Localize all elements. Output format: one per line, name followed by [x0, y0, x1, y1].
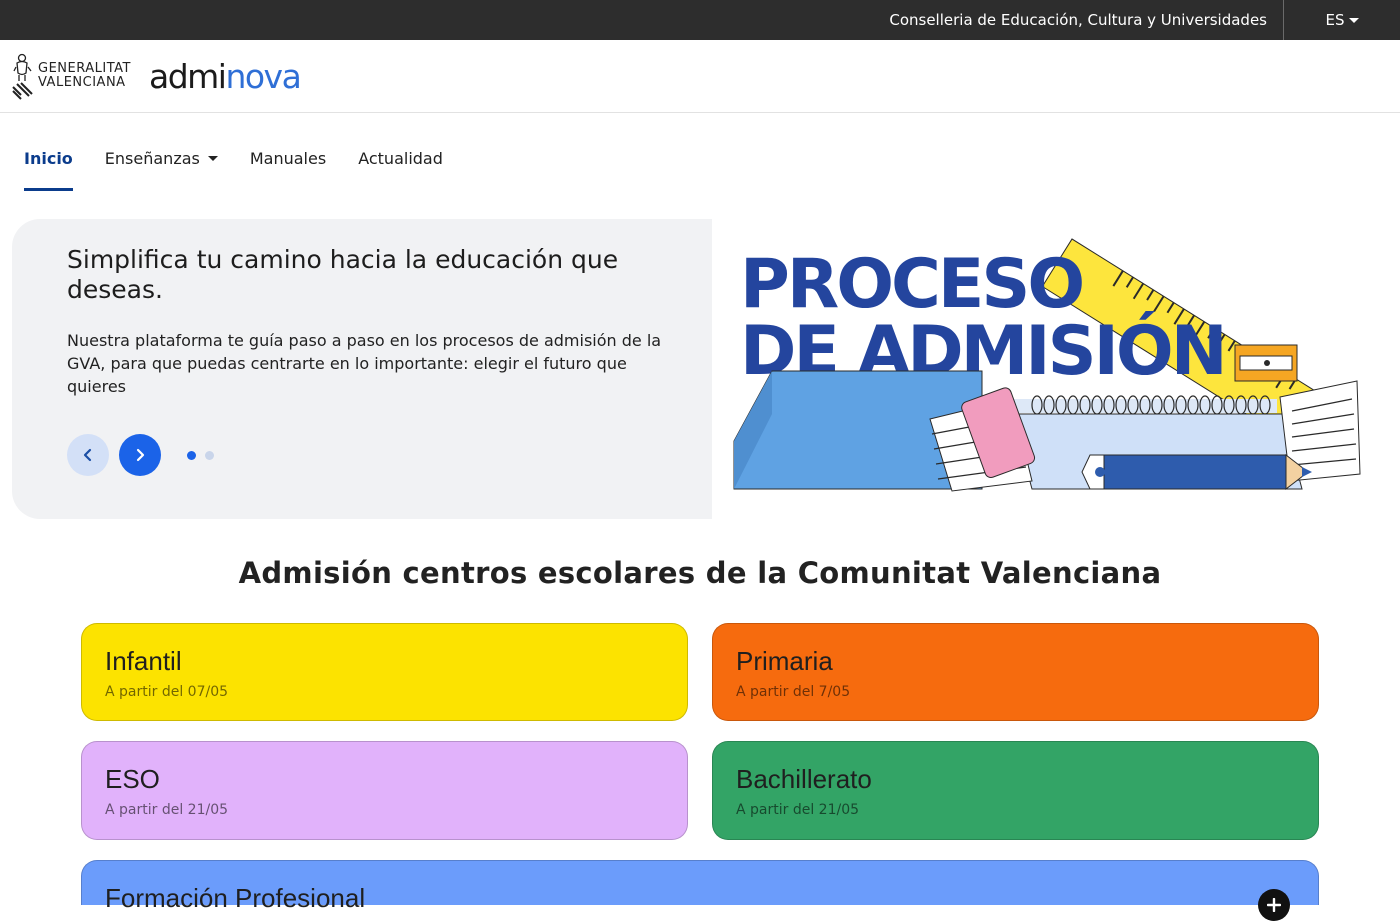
card-eso[interactable]: ESO A partir del 21/05: [81, 741, 688, 840]
caret-down-icon: [207, 156, 218, 161]
hero-text-panel: Simplifica tu camino hacia la educación …: [12, 219, 712, 519]
caret-down-icon: [1348, 17, 1359, 23]
chevron-left-icon: [83, 448, 92, 462]
plus-icon[interactable]: [1258, 889, 1290, 921]
adminova-logo[interactable]: adminova: [148, 56, 302, 96]
department-name: Conselleria de Educación, Cultura y Univ…: [873, 0, 1284, 40]
chevron-right-icon: [136, 448, 145, 462]
nav-label-manuales: Manuales: [249, 149, 327, 168]
carousel-next-button[interactable]: [119, 434, 161, 476]
nav-label-actualidad: Actualidad: [358, 149, 443, 168]
carousel-indicators: [187, 450, 214, 460]
card-title: ESO: [105, 764, 160, 794]
card-title: Primaria: [736, 646, 833, 676]
nav-item-manuales[interactable]: Manuales: [250, 149, 326, 191]
language-selector[interactable]: ES: [1284, 0, 1400, 40]
card-formacion-profesional[interactable]: Formación Profesional: [81, 860, 1319, 921]
card-primaria[interactable]: Primaria A partir del 7/05: [712, 623, 1319, 721]
nav-item-actualidad[interactable]: Actualidad: [358, 149, 443, 191]
card-date: A partir del 7/05: [736, 684, 851, 700]
nav-label-ensenanzas: Enseñanzas: [104, 149, 200, 168]
hero-title: Simplifica tu camino hacia la educación …: [67, 245, 619, 304]
gva-line-2: VALENCIANA: [38, 75, 126, 90]
carousel-prev-button[interactable]: [67, 434, 109, 476]
hero-carousel: Simplifica tu camino hacia la educación …: [12, 219, 1388, 519]
card-infantil[interactable]: Infantil A partir del 07/05: [81, 623, 688, 721]
top-bar: Conselleria de Educación, Cultura y Univ…: [0, 0, 1400, 40]
nav-item-inicio[interactable]: Inicio: [24, 149, 73, 191]
nav-label-inicio: Inicio: [24, 149, 73, 168]
gva-emblem-icon: [12, 53, 33, 100]
language-label: ES: [1325, 11, 1345, 29]
brand-part-2: nova: [225, 56, 301, 96]
gva-wordmark: GENERALITAT VALENCIANA: [38, 62, 131, 90]
hero-banner-image: PROCESO DE ADMISIÓN: [712, 219, 1388, 519]
card-date: A partir del 21/05: [105, 802, 229, 818]
nav-item-ensenanzas[interactable]: Enseñanzas: [105, 149, 218, 191]
main-nav: Inicio Enseñanzas Manuales Actualidad: [0, 113, 1400, 191]
site-header: GENERALITAT VALENCIANA adminova: [0, 40, 1400, 113]
hero-description: Nuestra plataforma te guía paso a paso e…: [67, 331, 662, 396]
carousel-dot-2[interactable]: [205, 450, 214, 460]
card-title: Formación Profesional: [105, 883, 366, 913]
section-title: Admisión centros escolares de la Comunit…: [238, 556, 1162, 590]
card-date: A partir del 21/05: [736, 802, 860, 818]
card-title: Infantil: [105, 646, 182, 676]
carousel-controls: [67, 434, 662, 476]
carousel-dot-1[interactable]: [187, 450, 196, 460]
gva-line-1: GENERALITAT: [38, 61, 131, 76]
card-date: A partir del 07/05: [105, 684, 229, 700]
gva-logo[interactable]: GENERALITAT VALENCIANA: [12, 51, 131, 101]
brand-part-1: admi: [148, 56, 227, 96]
card-title: Bachillerato: [736, 764, 872, 794]
card-bachillerato[interactable]: Bachillerato A partir del 21/05: [712, 741, 1319, 840]
